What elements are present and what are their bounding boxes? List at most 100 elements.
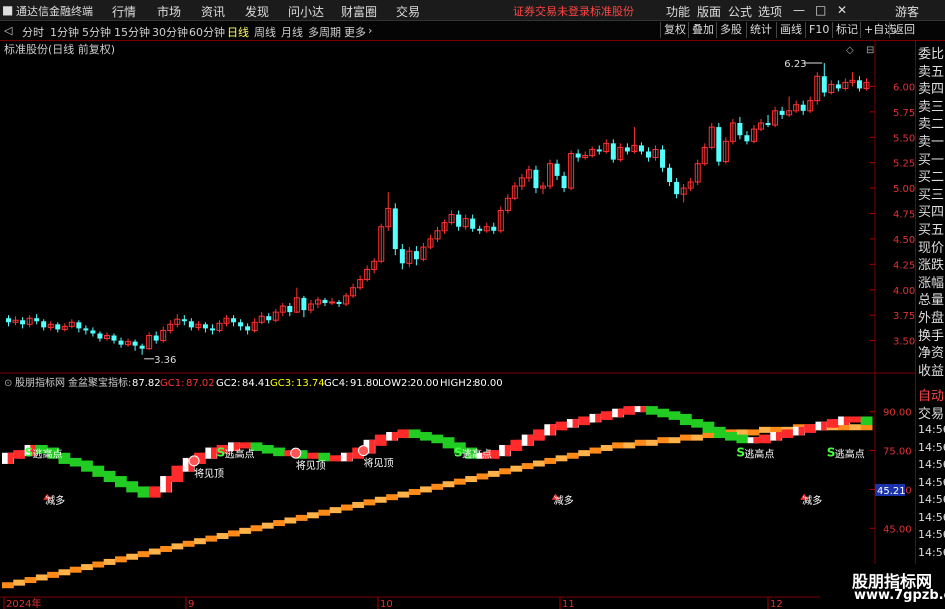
return-button[interactable]: 返回 <box>889 22 918 38</box>
gc2-segment <box>137 551 150 558</box>
gc1-segment <box>493 450 500 459</box>
period-multi[interactable]: 多周期 <box>308 24 341 40</box>
period-weekly[interactable]: 周线 <box>254 24 276 40</box>
high-signal-label: 逃高点 <box>835 448 865 461</box>
period-daily[interactable]: 日线 <box>227 24 249 40</box>
x-axis: 2024年 9 10 11 12 <box>3 597 783 609</box>
gc1-segment <box>821 421 827 431</box>
gc2-segment <box>103 558 116 565</box>
candle-body <box>800 104 806 111</box>
guest-user[interactable]: 游客 <box>895 3 919 20</box>
gc2-segment <box>205 535 218 542</box>
gc1-segment <box>617 408 624 418</box>
maximize-icon[interactable]: □ <box>815 3 826 17</box>
price-tick-label: 5.00 <box>893 184 915 195</box>
gc1-segment <box>431 434 444 444</box>
watermark-url: www.7gpzb.com <box>854 588 945 603</box>
quote-label: 委比 <box>918 47 945 62</box>
candle-body <box>83 328 89 331</box>
menu-item-formula[interactable]: 公式 <box>728 3 752 20</box>
gc1-segment <box>408 429 421 439</box>
period-more-chevron-icon[interactable]: › <box>368 24 372 37</box>
x-tick-label: 11 <box>562 599 575 609</box>
multi-stock-button[interactable]: 多股 <box>716 22 745 38</box>
current-value-text: 45.21 <box>877 486 906 497</box>
gc2-segment <box>600 444 613 451</box>
gc1-segment <box>725 432 737 441</box>
diamond-icon[interactable]: ◇ <box>846 45 854 56</box>
adjust-button[interactable]: 复权 <box>660 22 689 38</box>
gc2-segment <box>544 457 557 464</box>
candle-body <box>575 153 581 158</box>
max-price-label: 6.23 <box>784 59 806 70</box>
x-tick-label: 12 <box>770 599 783 609</box>
candle-body <box>97 333 103 339</box>
indicator-value: 87.82 <box>132 378 161 389</box>
gc1-segment <box>798 426 805 436</box>
period-30min[interactable]: 30分钟 <box>152 24 188 40</box>
candle-body <box>744 135 750 142</box>
low2-value: 20.00 <box>410 378 439 389</box>
gc1-segment <box>855 416 861 423</box>
menu-item-markets[interactable]: 市场 <box>157 3 181 20</box>
period-15min[interactable]: 15分钟 <box>114 24 150 40</box>
chart-area[interactable]: 标准股份(日线 前复权) ◇ ⊟ 3.50 3.75 4.00 4.25 4.50 4.7… <box>0 41 915 609</box>
menu-item-discover[interactable]: 发现 <box>245 3 269 20</box>
buy-signal-label: 减多 <box>45 494 65 507</box>
gc2-segment <box>160 545 172 552</box>
period-1min[interactable]: 1分钟 <box>50 24 79 40</box>
candle-body <box>716 127 722 162</box>
gc2-segment <box>81 564 93 571</box>
menu-item-wealth[interactable]: 财富圈 <box>341 3 377 20</box>
period-60min[interactable]: 60分钟 <box>189 24 225 40</box>
top-signal-icon <box>358 445 370 457</box>
period-more[interactable]: 更多 <box>344 24 366 40</box>
period-back-icon[interactable]: ◁ <box>4 24 12 37</box>
quote-panel: 委比 卖五 卖四 卖三 卖二 卖一 买一 买二 买三 买四 买五 现价 涨跌 涨幅 总量 外盘 换手 净资 收益 自动… <box>915 41 945 609</box>
indicator-source: 股朋指标网 <box>15 376 65 389</box>
collapse-icon[interactable]: ⊟ <box>866 45 874 56</box>
gc1-segment <box>369 439 375 454</box>
mark-button[interactable]: 标记 <box>832 22 861 38</box>
candle-body <box>266 316 272 321</box>
menu-item-news[interactable]: 资讯 <box>201 3 225 20</box>
gc1-segment <box>516 439 522 451</box>
candle-body <box>667 167 673 182</box>
menu-item-layout[interactable]: 版面 <box>697 3 721 20</box>
overlay-button[interactable]: 叠加 <box>688 22 717 38</box>
f10-button[interactable]: F10 <box>805 22 832 38</box>
gc1-segment <box>640 406 647 413</box>
indicator-tick-label: 90.00 <box>883 408 912 419</box>
menu-item-function[interactable]: 功能 <box>666 3 690 20</box>
gc1-segment <box>261 444 274 454</box>
candle-body <box>90 330 96 334</box>
gc1-segment <box>832 419 839 428</box>
period-5min[interactable]: 5分钟 <box>82 24 111 40</box>
minimize-icon[interactable]: — <box>793 3 805 17</box>
x-tick-label: 10 <box>380 599 393 609</box>
gc1-segment <box>657 408 670 418</box>
candle-body <box>737 123 743 136</box>
candle-body <box>238 322 244 327</box>
quote-label: 买二 <box>918 170 945 186</box>
close-icon[interactable]: ✕ <box>837 3 847 17</box>
trade-label[interactable]: 交易 <box>918 403 944 422</box>
menu-item-options[interactable]: 选项 <box>758 3 782 20</box>
menu-item-trade[interactable]: 交易 <box>396 3 420 20</box>
indicator-collapse-icon[interactable]: ⊙ <box>4 378 12 389</box>
period-intraday[interactable]: 分时 <box>22 24 44 40</box>
draw-button[interactable]: 画线 <box>776 22 805 38</box>
gc2-segment <box>386 494 398 501</box>
period-monthly[interactable]: 月线 <box>281 24 303 40</box>
gc2-segment <box>702 432 715 439</box>
gc1-segment <box>764 434 771 444</box>
login-notice[interactable]: 证券交易未登录 <box>513 3 590 19</box>
menu-item-ask[interactable]: 问小达 <box>288 3 324 20</box>
menu-item-market[interactable]: 行情 <box>112 3 136 20</box>
gc2-segment <box>578 450 591 457</box>
stats-button[interactable]: 统计 <box>746 22 775 38</box>
auto-label[interactable]: 自动 <box>918 385 944 404</box>
candle-body <box>6 318 12 323</box>
gc1-segment <box>583 416 590 426</box>
gc1-segment <box>154 486 161 498</box>
